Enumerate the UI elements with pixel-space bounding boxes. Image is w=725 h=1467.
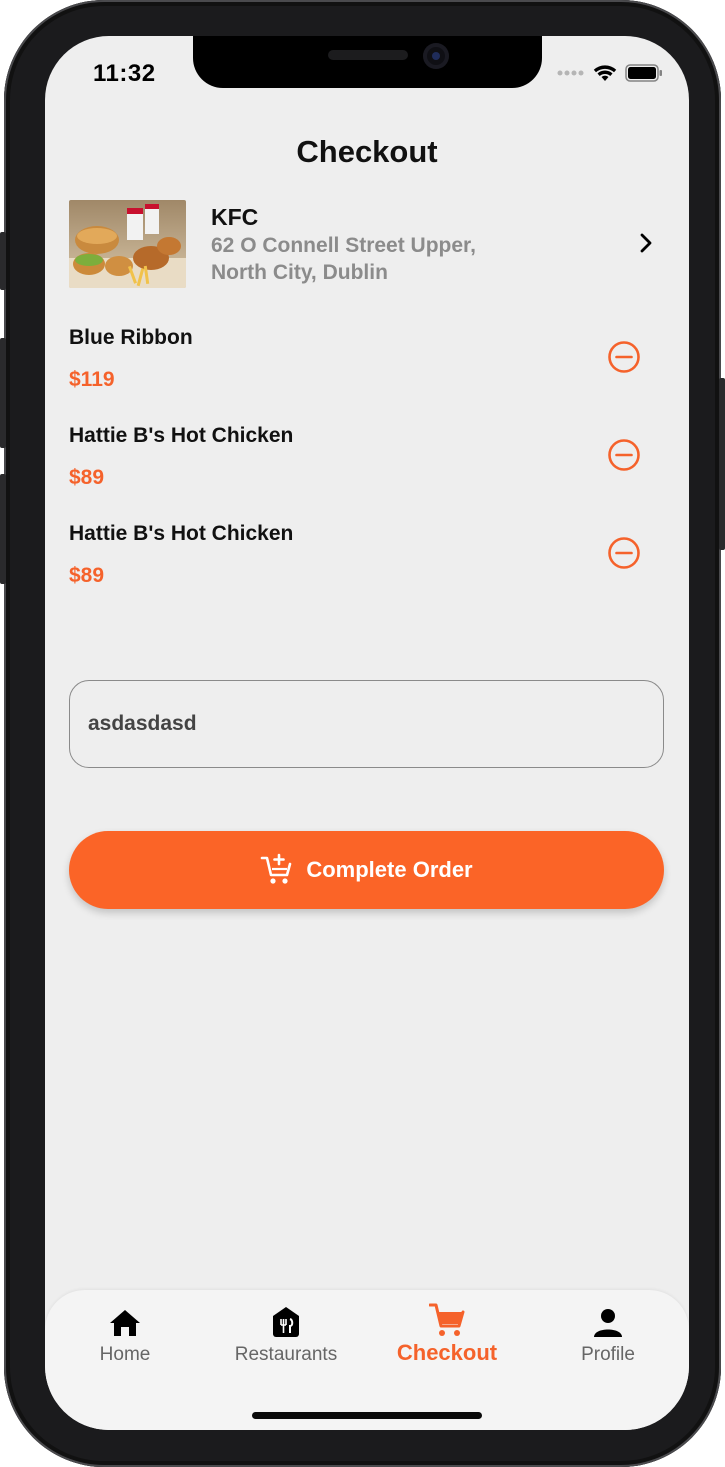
chevron-right-icon[interactable] [635,232,657,254]
bottom-tab-bar: Home Restaurants Checkout Profile [45,1290,689,1430]
cart-item: Hattie B's Hot Chicken $89 [69,522,665,612]
item-name: Hattie B's Hot Chicken [69,522,294,545]
speaker [328,50,408,60]
status-time: 11:32 [93,60,156,87]
item-name: Blue Ribbon [69,326,193,349]
remove-circle-icon[interactable] [607,536,641,570]
remove-circle-icon[interactable] [607,340,641,374]
tab-label: Checkout [396,1340,498,1365]
person-icon [594,1309,622,1337]
restaurant-image [69,200,186,288]
item-price: $89 [69,466,105,489]
home-icon [110,1310,140,1336]
home-indicator[interactable] [252,1412,482,1419]
volume-down-button [0,474,6,584]
restaurant-icon [273,1307,299,1337]
power-button [719,378,725,550]
remove-circle-icon[interactable] [607,438,641,472]
cellular-signal-icon [557,70,584,76]
wifi-icon [593,65,617,81]
address-line-2: North City, Dublin [211,261,388,284]
cart-add-icon [261,853,292,884]
restaurant-address: 62 O Connell Street Upper, North City, D… [211,232,541,286]
notch [193,36,542,88]
silent-switch [0,232,6,290]
app-screen: 11:32 Checkout KFC 62 O Connell Street U… [45,36,689,1430]
page-title: Checkout [296,134,438,169]
cart-item: Blue Ribbon $119 [69,326,665,416]
restaurant-row[interactable]: KFC 62 O Connell Street Upper, North Cit… [69,200,665,290]
cart-item: Hattie B's Hot Chicken $89 [69,424,665,514]
tab-checkout[interactable]: Checkout [367,1303,527,1366]
item-price: $119 [69,368,115,391]
order-note-input[interactable] [69,680,664,768]
volume-up-button [0,338,6,448]
front-camera [423,43,449,69]
item-name: Hattie B's Hot Chicken [69,424,294,447]
tab-profile[interactable]: Profile [528,1304,688,1366]
complete-order-button[interactable]: Complete Order [69,831,664,909]
cart-icon [429,1303,465,1336]
complete-order-label: Complete Order [306,857,473,882]
tab-label: Home [99,1344,151,1365]
battery-icon [625,64,662,82]
tab-restaurants[interactable]: Restaurants [206,1304,366,1366]
address-line-1: 62 O Connell Street Upper, [211,234,476,257]
tab-label: Restaurants [234,1344,338,1365]
tab-label: Profile [581,1344,635,1365]
phone-frame: 11:32 Checkout KFC 62 O Connell Street U… [0,0,725,1467]
tab-home[interactable]: Home [45,1304,205,1366]
item-price: $89 [69,564,105,587]
status-icons [557,64,663,82]
restaurant-name: KFC [211,204,259,230]
